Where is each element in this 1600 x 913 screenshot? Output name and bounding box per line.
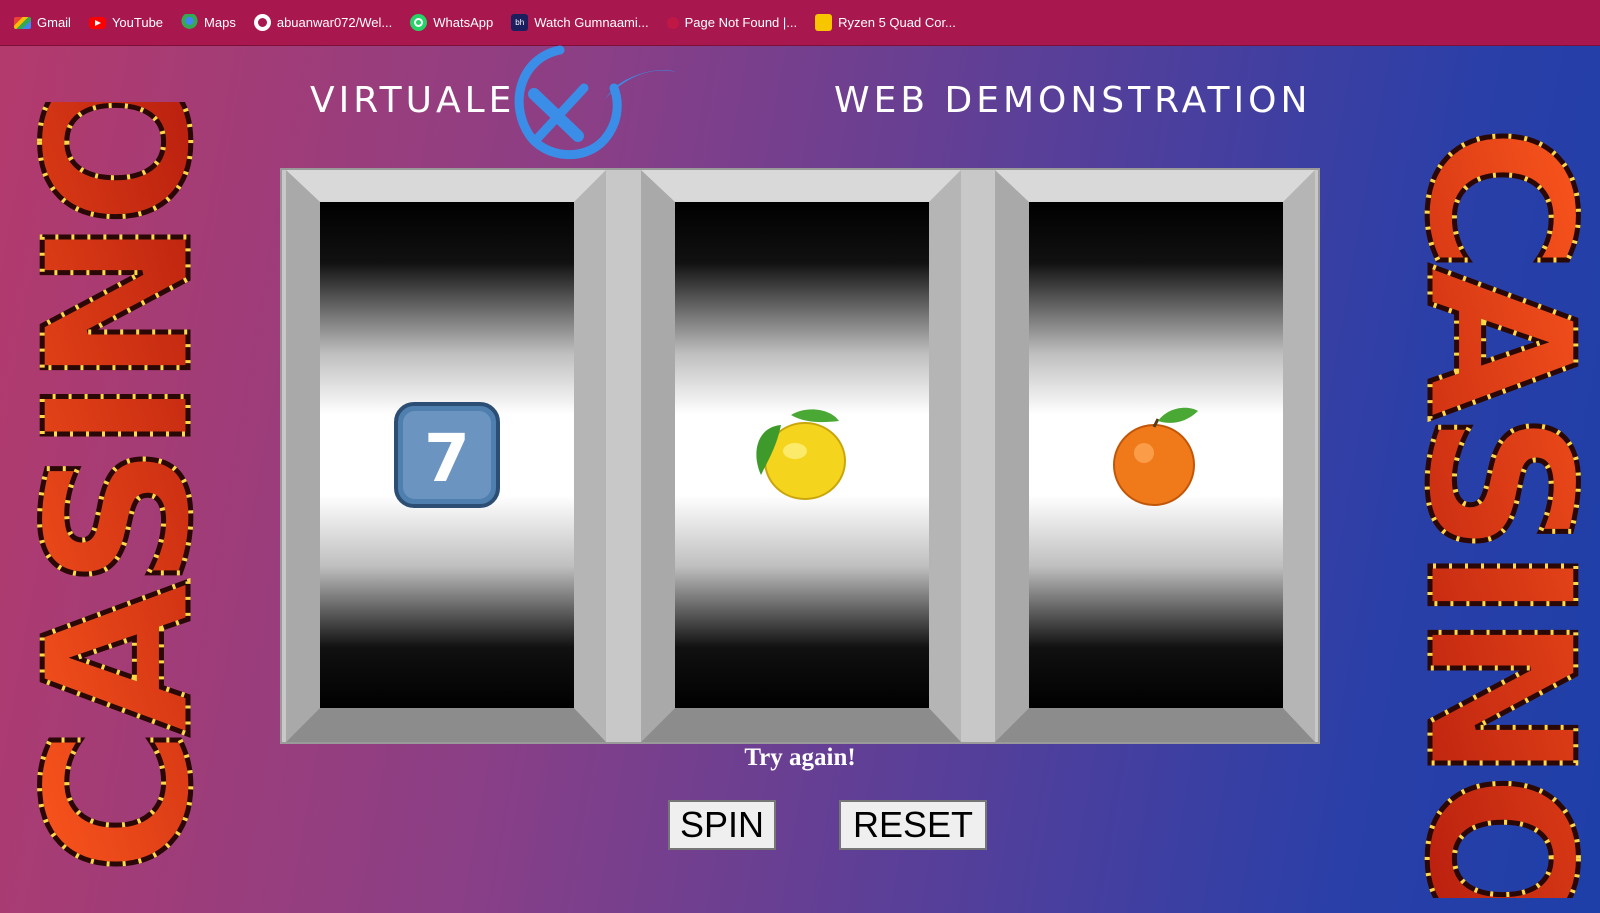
casino-bulbs: CASINO bbox=[1402, 126, 1582, 898]
maps-icon bbox=[181, 14, 199, 31]
ryzen-icon bbox=[815, 14, 833, 31]
spin-button[interactable]: SPIN bbox=[668, 800, 776, 850]
whatsapp-icon bbox=[410, 14, 428, 31]
bookmark-page-not-found[interactable]: Page Not Found |... bbox=[666, 15, 798, 30]
bookmark-label: Gmail bbox=[37, 15, 71, 30]
orange-icon bbox=[1113, 407, 1198, 506]
reel-window bbox=[675, 202, 929, 708]
slot-machine: 7 bbox=[280, 168, 1320, 744]
bookmark-label: YouTube bbox=[111, 15, 164, 30]
seven-label: 7 bbox=[424, 420, 470, 497]
gmail-icon bbox=[14, 16, 31, 29]
bookmark-gumnaami[interactable]: bh Watch Gumnaami... bbox=[511, 14, 649, 31]
bookmarks-bar: Gmail YouTube Maps abuanwar072/Wel... Wh… bbox=[0, 0, 1600, 46]
bookmark-label: abuanwar072/Wel... bbox=[276, 15, 393, 30]
reel-2 bbox=[641, 170, 961, 742]
bookmark-gmail[interactable]: Gmail bbox=[14, 15, 71, 30]
result-message: Try again! bbox=[744, 744, 856, 771]
seven-symbol-icon: 7 bbox=[394, 402, 500, 508]
reel-3 bbox=[995, 170, 1315, 742]
casino-sign-right: CASINO CASINO bbox=[1402, 124, 1582, 899]
reel-window: 7 bbox=[320, 202, 574, 708]
reset-button[interactable]: RESET bbox=[839, 800, 987, 850]
bookmark-label: Page Not Found |... bbox=[684, 15, 798, 30]
bookmark-ryzen[interactable]: Ryzen 5 Quad Cor... bbox=[815, 14, 956, 31]
reel-1: 7 bbox=[286, 170, 606, 742]
bookmark-label: WhatsApp bbox=[433, 15, 494, 30]
reel-window bbox=[1029, 202, 1283, 708]
lemon-icon bbox=[756, 409, 846, 500]
bookmark-whatsapp[interactable]: WhatsApp bbox=[410, 14, 493, 31]
page-title: WEB DEMONSTRATION bbox=[834, 80, 1312, 121]
page-not-found-icon bbox=[666, 16, 679, 29]
bh-icon: bh bbox=[511, 14, 529, 31]
bookmark-github[interactable]: abuanwar072/Wel... bbox=[253, 14, 393, 31]
bookmark-youtube[interactable]: YouTube bbox=[88, 15, 164, 30]
brand-logo-text: VIRTUALE bbox=[310, 80, 516, 121]
bookmark-label: Maps bbox=[204, 15, 236, 30]
github-icon bbox=[253, 14, 271, 31]
bookmark-maps[interactable]: Maps bbox=[181, 14, 236, 31]
bookmark-label: Watch Gumnaami... bbox=[534, 15, 649, 30]
logo-x-icon bbox=[514, 45, 676, 159]
bookmark-label: Ryzen 5 Quad Cor... bbox=[838, 15, 956, 30]
youtube-icon bbox=[88, 16, 106, 29]
